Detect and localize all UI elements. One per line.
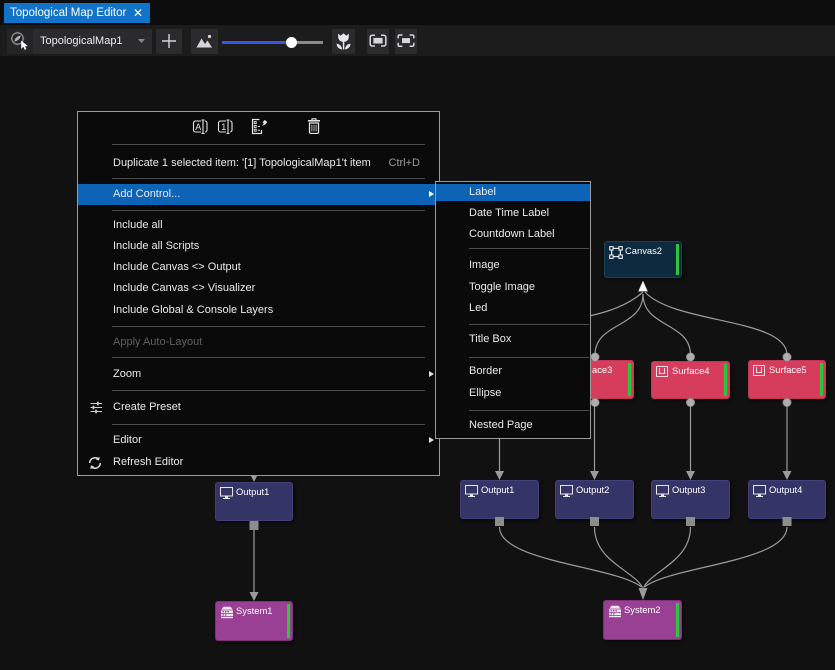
svg-text:A: A (195, 122, 201, 132)
svg-text:1: 1 (221, 122, 226, 132)
